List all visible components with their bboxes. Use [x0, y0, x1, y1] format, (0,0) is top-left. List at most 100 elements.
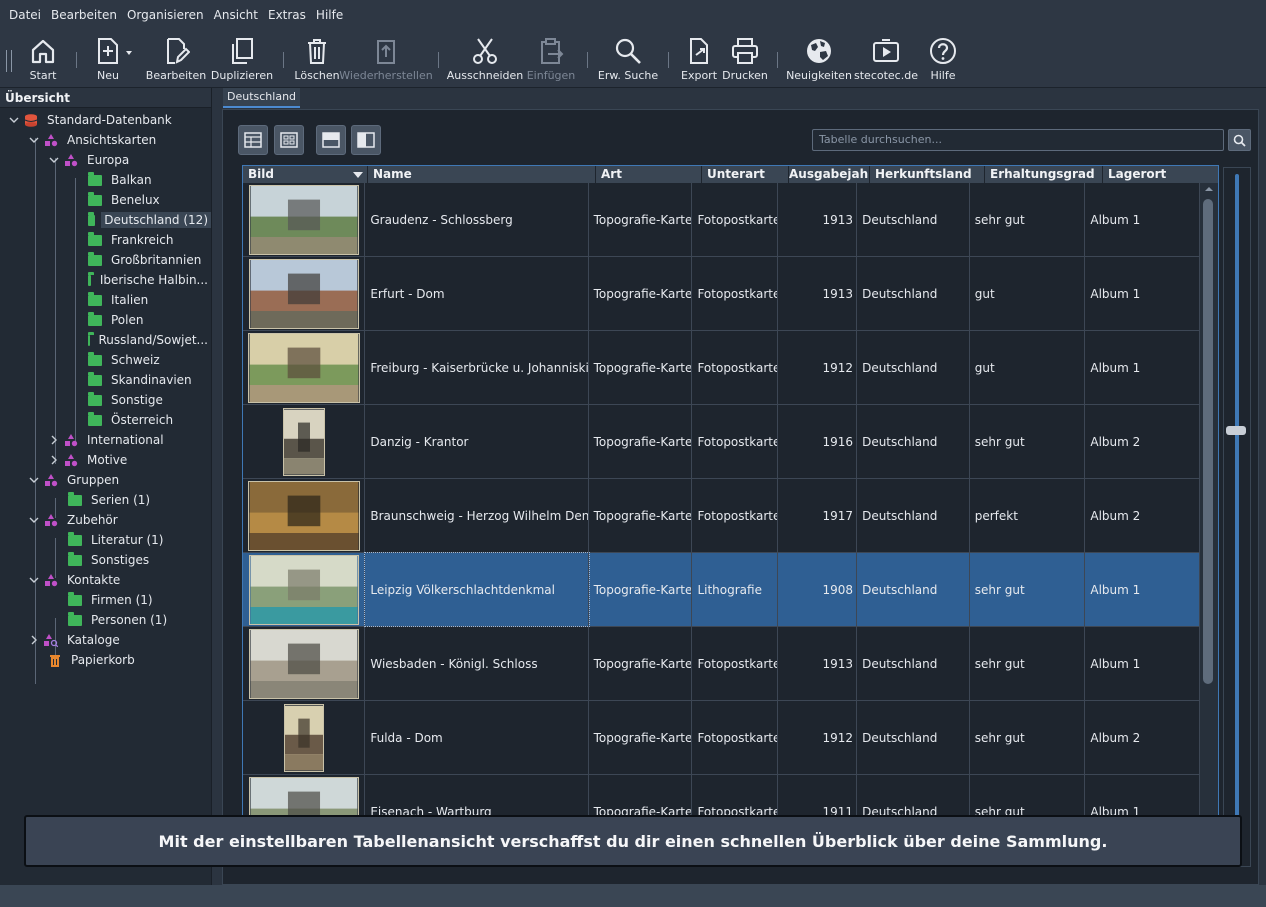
horizontal-split-button[interactable]: [316, 125, 346, 155]
print-button[interactable]: Drucken: [721, 30, 769, 88]
column-header-art[interactable]: Art: [596, 166, 702, 183]
tree-node-oesterreich[interactable]: Österreich: [0, 410, 211, 430]
edit-button[interactable]: Bearbeiten: [143, 30, 209, 88]
tree-node-russland[interactable]: Russland/Sowjet...: [0, 330, 211, 350]
search-icon: [1233, 134, 1246, 147]
column-header-name[interactable]: Name: [368, 166, 596, 183]
cell-unterart: Fotopostkarten: [692, 405, 778, 478]
tree-node-deutschland[interactable]: Deutschland (12): [0, 210, 211, 230]
tree-node-kontakte[interactable]: Kontakte: [0, 570, 211, 590]
cut-button[interactable]: Ausschneiden: [447, 30, 523, 88]
tree-label: Zubehör: [67, 513, 118, 527]
menu-ansicht[interactable]: Ansicht: [209, 8, 263, 22]
tree-node-frankreich[interactable]: Frankreich: [0, 230, 211, 250]
tab-deutschland[interactable]: Deutschland: [223, 88, 301, 108]
column-header-erhaltungsgrad[interactable]: Erhaltungsgrad: [985, 166, 1103, 183]
tree-node-firmen[interactable]: Firmen (1): [0, 590, 211, 610]
column-header-herkunftsland[interactable]: Herkunftsland: [870, 166, 985, 183]
help-button[interactable]: Hilfe: [920, 30, 966, 88]
menu-bearbeiten[interactable]: Bearbeiten: [46, 8, 122, 22]
table-search-input[interactable]: Tabelle durchsuchen...: [812, 129, 1224, 151]
menu-hilfe[interactable]: Hilfe: [311, 8, 348, 22]
tree-node-europa[interactable]: Europa: [0, 150, 211, 170]
gallery-view-button[interactable]: [274, 125, 304, 155]
tree-label: Schweiz: [111, 353, 160, 367]
tree-node-papierkorb[interactable]: Papierkorb: [0, 650, 211, 670]
tree-node-kataloge[interactable]: Kataloge: [0, 630, 211, 650]
tree-node-grossbritannien[interactable]: Großbritannien: [0, 250, 211, 270]
tree-node-balkan[interactable]: Balkan: [0, 170, 211, 190]
restore-button[interactable]: Wiederherstellen: [339, 30, 433, 88]
tree-node-benelux[interactable]: Benelux: [0, 190, 211, 210]
column-header-bild[interactable]: Bild: [243, 166, 368, 183]
tree-node-schweiz[interactable]: Schweiz: [0, 350, 211, 370]
table-row[interactable]: Erfurt - Dom Topografie-Karte Fotopostkart…: [243, 257, 1200, 331]
table-search-button[interactable]: [1228, 129, 1251, 151]
folder-icon: [88, 351, 102, 366]
thumbnail-size-slider[interactable]: [1223, 167, 1251, 867]
duplicate-button[interactable]: Duplizieren: [209, 30, 275, 88]
tree-label: Serien (1): [91, 493, 151, 507]
tree-node-iberische-halbinsel[interactable]: Iberische Halbin...: [0, 270, 211, 290]
chevron-down-icon[interactable]: [28, 514, 40, 526]
table-row[interactable]: Fulda - DomTopografie-KarteFotopostkarte…: [243, 701, 1200, 775]
table-row[interactable]: Graudenz - Schlossberg Topografie-Karte Fo…: [243, 183, 1200, 257]
chevron-down-icon[interactable]: [28, 134, 40, 146]
column-header-ausgabejahr[interactable]: Ausgabejahr: [789, 166, 870, 183]
paste-icon: [541, 38, 564, 64]
folder-icon: [88, 391, 102, 406]
folder-icon: [88, 191, 102, 206]
new-document-icon: [98, 38, 132, 64]
tree-node-international[interactable]: International: [0, 430, 211, 450]
tree-node-polen[interactable]: Polen: [0, 310, 211, 330]
tree-node-sonstige[interactable]: Sonstige: [0, 390, 211, 410]
slider-handle[interactable]: [1226, 426, 1246, 435]
advanced-search-button[interactable]: Erw. Suche: [596, 30, 660, 88]
table-row[interactable]: Braunschweig - Herzog Wilhelm DenkmalTop…: [243, 479, 1200, 553]
tree-node-italien[interactable]: Italien: [0, 290, 211, 310]
news-button[interactable]: Neuigkeiten: [786, 30, 852, 88]
chevron-right-icon[interactable]: [28, 634, 40, 646]
vertical-split-button[interactable]: [351, 125, 381, 155]
table-row[interactable]: Danzig - Krantor Topografie-Karte Fotopost…: [243, 405, 1200, 479]
toolbar-grip[interactable]: [6, 50, 12, 72]
tree-node-personen[interactable]: Personen (1): [0, 610, 211, 630]
start-button[interactable]: Start: [18, 30, 68, 88]
chevron-down-icon[interactable]: [48, 154, 60, 166]
cell-name: Erfurt - Dom: [365, 257, 589, 330]
tree-node-zubehoer[interactable]: Zubehör: [0, 510, 211, 530]
tree-node-sonstiges[interactable]: Sonstiges: [0, 550, 211, 570]
cell-herkunftsland: Deutschland: [857, 331, 970, 404]
table-row[interactable]: Freiburg - Kaiserbrücke u. Johanniskirch…: [243, 331, 1200, 405]
chevron-down-icon[interactable]: [28, 474, 40, 486]
tree-node-motive[interactable]: Motive: [0, 450, 211, 470]
table-vertical-scrollbar[interactable]: [1200, 183, 1218, 864]
scrollbar-thumb[interactable]: [1203, 199, 1213, 684]
tree-node-ansichtskarten[interactable]: Ansichtskarten: [0, 130, 211, 150]
tree-node-serien[interactable]: Serien (1): [0, 490, 211, 510]
menu-extras[interactable]: Extras: [263, 8, 311, 22]
chevron-down-icon[interactable]: [28, 574, 40, 586]
chevron-right-icon[interactable]: [48, 454, 60, 466]
export-button[interactable]: Export: [677, 30, 721, 88]
menu-organisieren[interactable]: Organisieren: [122, 8, 209, 22]
new-button[interactable]: Neu: [85, 30, 143, 88]
tree-node-standard-datenbank[interactable]: Standard-Datenbank: [0, 110, 211, 130]
tree-node-literatur[interactable]: Literatur (1): [0, 530, 211, 550]
tree-node-skandinavien[interactable]: Skandinavien: [0, 370, 211, 390]
table-view-button[interactable]: [238, 125, 268, 155]
cell-lagerort: Album 1: [1085, 183, 1200, 256]
column-header-lagerort[interactable]: Lagerort: [1103, 166, 1218, 183]
stecotec-button[interactable]: stecotec.de: [852, 30, 920, 88]
menu-datei[interactable]: Datei: [4, 8, 46, 22]
paste-button[interactable]: Einfügen: [523, 30, 579, 88]
delete-button[interactable]: Löschen: [292, 30, 342, 88]
chevron-down-icon[interactable]: [8, 114, 20, 126]
tree-node-gruppen[interactable]: Gruppen: [0, 470, 211, 490]
main-pane: Deutschland Tabelle durchsuchen... Bild …: [219, 88, 1266, 885]
table-row[interactable]: Wiesbaden - Königl. Schloss Topografie-Ka…: [243, 627, 1200, 701]
cell-unterart: Lithografie: [692, 553, 778, 626]
chevron-right-icon[interactable]: [48, 434, 60, 446]
table-row[interactable]: Leipzig Völkerschlachtdenkmal Topografie-…: [243, 552, 1200, 627]
column-header-unterart[interactable]: Unterart: [702, 166, 789, 183]
